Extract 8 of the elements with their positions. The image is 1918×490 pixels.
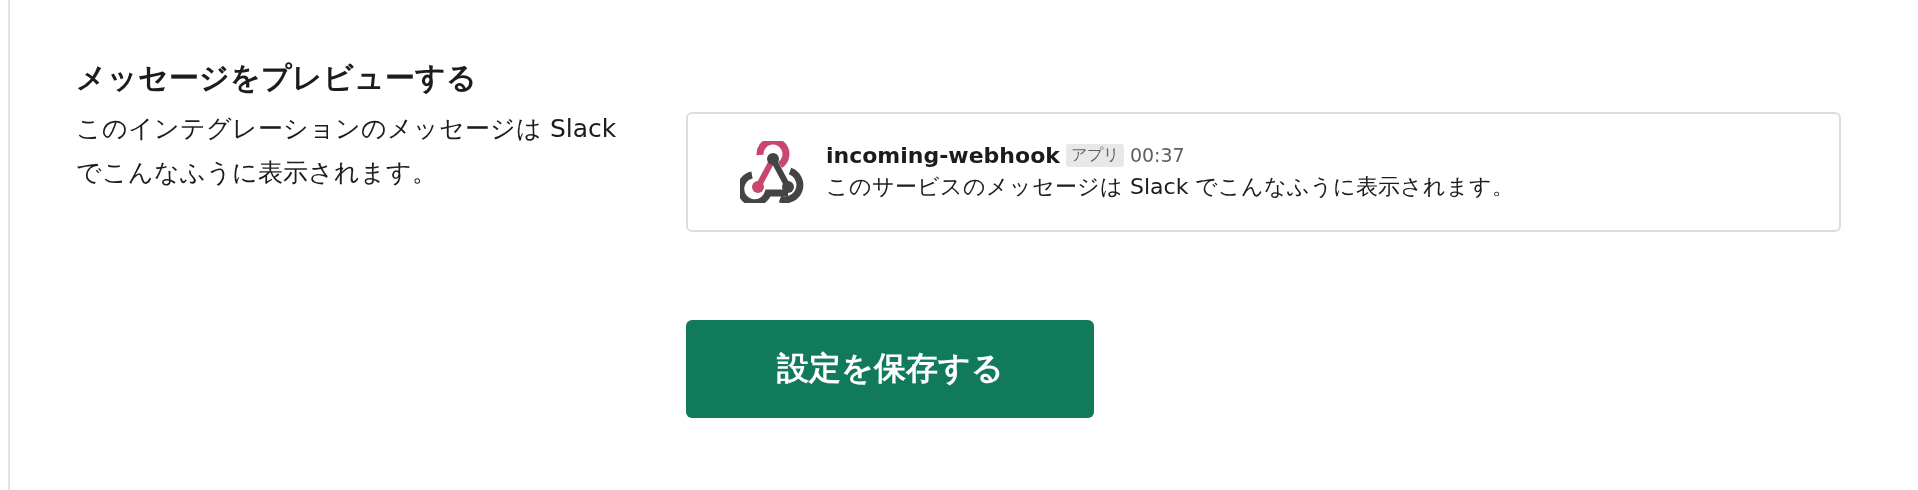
app-badge: アプリ <box>1065 143 1124 167</box>
webhook-icon <box>740 141 806 203</box>
section-description: このインテグレーションのメッセージは Slack でこんなふうに表示されます。 <box>76 113 618 189</box>
save-button[interactable]: 設定を保存する <box>686 320 1094 418</box>
message-text: このサービスのメッセージは Slack でこんなふうに表示されます。 <box>826 172 1515 201</box>
sender-name: incoming-webhook <box>826 142 1060 168</box>
section-title: メッセージをプレビューする <box>76 59 478 97</box>
message-time: 00:37 <box>1129 144 1185 166</box>
